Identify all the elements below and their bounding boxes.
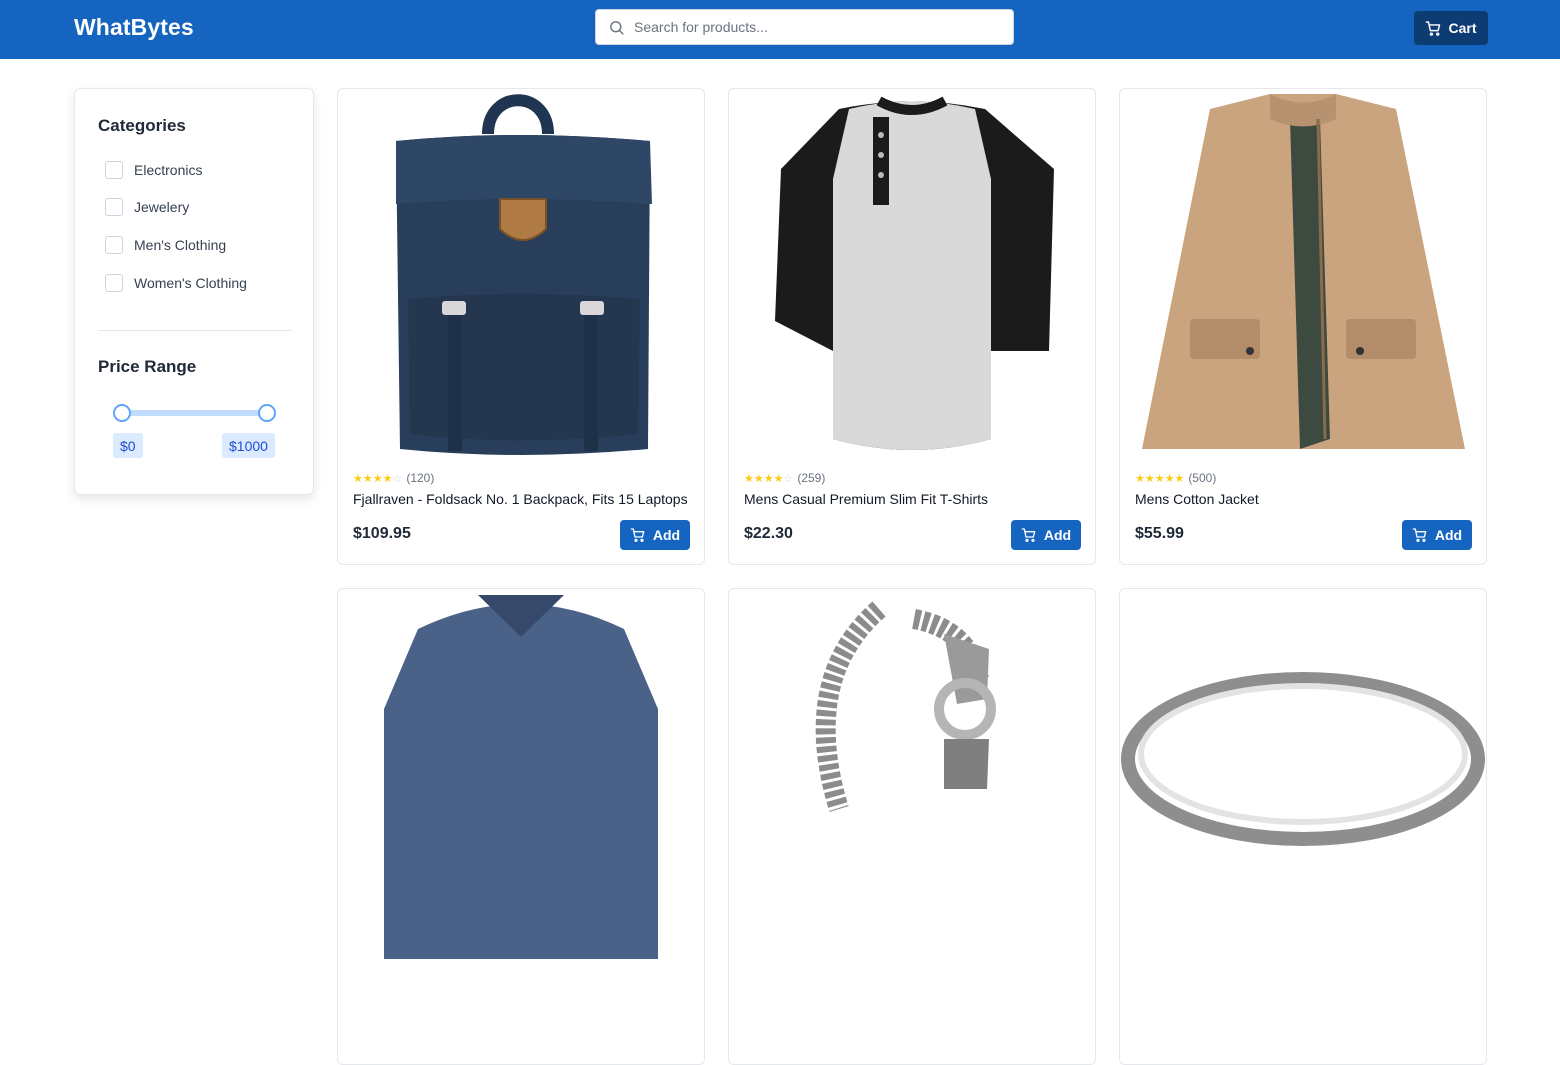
add-label: Add	[652, 527, 681, 543]
price-max-value: $1000	[222, 433, 275, 458]
category-womens-clothing[interactable]: Women's Clothing	[105, 274, 247, 292]
price-min-value: $0	[113, 433, 143, 458]
product-card[interactable]	[337, 588, 705, 1065]
checkbox[interactable]	[105, 198, 123, 216]
filter-sidebar: Categories Electronics Jewelery Men's Cl…	[74, 88, 314, 495]
product-image-v-neck-shirt	[384, 595, 658, 959]
product-card[interactable]: ★★★★☆ (120) Fjallraven - Foldsack No. 1 …	[337, 88, 705, 565]
add-label: Add	[1434, 527, 1463, 543]
product-price: $22.30	[744, 525, 793, 542]
product-card[interactable]	[728, 588, 1096, 1065]
product-card[interactable]	[1119, 588, 1487, 1065]
product-image-jacket	[1142, 94, 1465, 449]
cart-icon	[1426, 20, 1441, 36]
price-slider-track[interactable]	[122, 410, 267, 416]
cart-label: Cart	[1448, 20, 1477, 36]
checkbox[interactable]	[105, 161, 123, 179]
checkbox[interactable]	[105, 236, 123, 254]
add-to-cart-button[interactable]: Add	[1011, 520, 1081, 550]
product-title[interactable]: Mens Casual Premium Slim Fit T-Shirts	[744, 491, 988, 507]
product-image-dragon-bracelet	[815, 601, 996, 812]
search-input[interactable]	[634, 10, 1004, 44]
product-rating: ★★★★☆ (120)	[353, 471, 434, 485]
product-price: $109.95	[353, 525, 411, 542]
category-mens-clothing[interactable]: Men's Clothing	[105, 236, 226, 254]
categories-title: Categories	[98, 116, 186, 135]
product-image-backpack	[396, 94, 652, 455]
add-to-cart-button[interactable]: Add	[1402, 520, 1472, 550]
add-label: Add	[1043, 527, 1072, 543]
rating-stars-icon: ★★★★☆	[744, 472, 794, 485]
product-image-henley-shirt	[775, 96, 1054, 450]
rating-stars-icon: ★★★★★	[1135, 472, 1185, 485]
product-price: $55.99	[1135, 525, 1184, 542]
product-title[interactable]: Mens Cotton Jacket	[1135, 491, 1259, 507]
top-navbar: WhatBytes Cart	[0, 0, 1560, 59]
rating-stars-icon: ★★★★☆	[353, 472, 403, 485]
brand-logo[interactable]: WhatBytes	[74, 14, 194, 41]
search-box[interactable]	[595, 9, 1014, 45]
category-label: Women's Clothing	[134, 275, 247, 291]
checkbox[interactable]	[105, 274, 123, 292]
cart-icon	[630, 528, 645, 542]
category-label: Men's Clothing	[134, 237, 227, 253]
product-title[interactable]: Fjallraven - Foldsack No. 1 Backpack, Fi…	[353, 491, 688, 507]
rating-count: (500)	[1188, 471, 1217, 485]
divider	[98, 330, 292, 331]
product-card[interactable]: ★★★★☆ (259) Mens Casual Premium Slim Fit…	[728, 88, 1096, 565]
price-max-handle[interactable]	[258, 404, 276, 422]
rating-count: (120)	[406, 471, 435, 485]
category-label: Jewelery	[134, 199, 190, 215]
rating-count: (259)	[797, 471, 826, 485]
add-to-cart-button[interactable]: Add	[620, 520, 690, 550]
product-rating: ★★★★★ (500)	[1135, 471, 1216, 485]
category-label: Electronics	[134, 162, 203, 178]
price-range-title: Price Range	[98, 357, 197, 376]
category-jewelery[interactable]: Jewelery	[105, 198, 189, 216]
search-icon	[610, 21, 624, 35]
product-rating: ★★★★☆ (259)	[744, 471, 825, 485]
price-min-handle[interactable]	[113, 404, 131, 422]
cart-button[interactable]: Cart	[1414, 11, 1488, 45]
product-card[interactable]: ★★★★★ (500) Mens Cotton Jacket $55.99 Ad…	[1119, 88, 1487, 565]
category-electronics[interactable]: Electronics	[105, 161, 202, 179]
product-image-silver-ring	[1121, 672, 1485, 846]
cart-icon	[1412, 528, 1427, 542]
cart-icon	[1021, 528, 1036, 542]
